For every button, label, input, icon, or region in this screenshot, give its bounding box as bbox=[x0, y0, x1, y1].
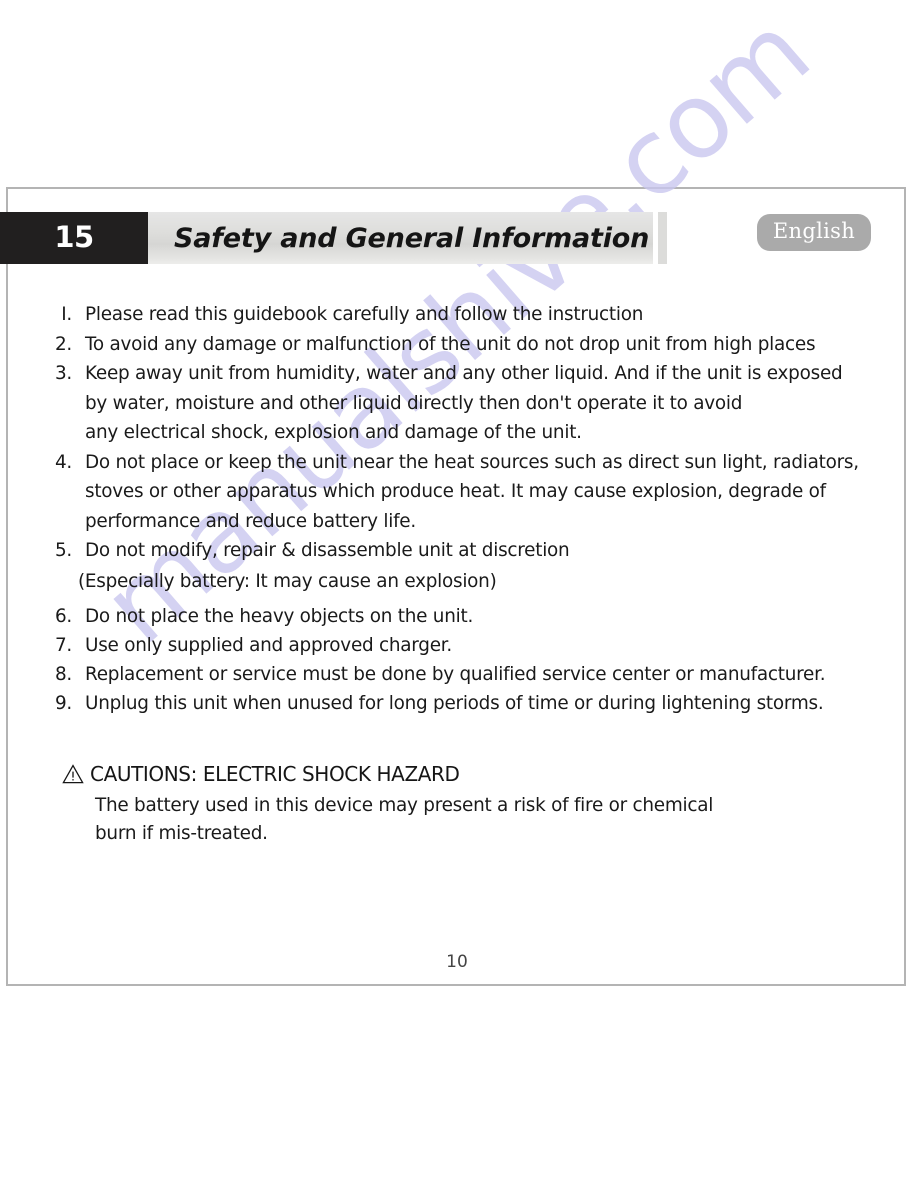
list-item-marker: 7. bbox=[54, 634, 72, 656]
list-item-line: performance and reduce battery life. bbox=[85, 510, 416, 532]
safety-list-group-a: I. Please read this guidebook carefully … bbox=[0, 300, 914, 566]
list-item-line: Use only supplied and approved charger. bbox=[85, 634, 453, 656]
language-badge-label: English bbox=[772, 219, 856, 243]
list-item: 5. Do not modify, repair & disassemble u… bbox=[0, 536, 914, 566]
list-item-line: stoves or other apparatus which produce … bbox=[85, 481, 826, 502]
list-item: I. Please read this guidebook carefully … bbox=[0, 300, 914, 330]
list-item-line: Do not modify, repair & disassemble unit… bbox=[85, 540, 570, 561]
list-item-line: Please read this guidebook carefully and… bbox=[85, 304, 644, 325]
chapter-title: Safety and General Information bbox=[174, 222, 650, 254]
list-item-marker: 9. bbox=[54, 693, 72, 715]
list-item-marker: 4. bbox=[54, 451, 72, 473]
chapter-title-block: Safety and General Information bbox=[148, 212, 653, 264]
list-item: 3. Keep away unit from humidity, water a… bbox=[0, 359, 914, 448]
list-item-subline: (Especially battery: It may cause an exp… bbox=[78, 570, 497, 592]
page-number-footer: 10 bbox=[446, 952, 468, 972]
safety-content: I. Please read this guidebook carefully … bbox=[0, 300, 914, 848]
list-item-line: any electrical shock, explosion and dama… bbox=[85, 422, 582, 443]
header-tab-strip bbox=[658, 212, 667, 264]
list-item: 7. Use only supplied and approved charge… bbox=[0, 631, 914, 660]
caution-heading-text: CAUTIONS: ELECTRIC SHOCK HAZARD bbox=[90, 762, 460, 787]
list-item-marker: 2. bbox=[54, 333, 72, 355]
list-item-line: Keep away unit from humidity, water and … bbox=[85, 363, 843, 384]
list-item-marker: 5. bbox=[54, 540, 72, 561]
chapter-number-block: 15 bbox=[0, 212, 148, 264]
chapter-number: 15 bbox=[54, 219, 94, 254]
list-item: 2. To avoid any damage or malfunction of… bbox=[0, 330, 914, 360]
warning-triangle-icon bbox=[62, 764, 84, 784]
list-item: 6. Do not place the heavy objects on the… bbox=[0, 602, 914, 631]
list-item-marker: 6. bbox=[54, 605, 72, 627]
list-item-marker: I. bbox=[61, 304, 72, 325]
caution-heading: CAUTIONS: ELECTRIC SHOCK HAZARD bbox=[62, 762, 914, 786]
list-item-line: by water, moisture and other liquid dire… bbox=[85, 392, 743, 414]
caution-block: CAUTIONS: ELECTRIC SHOCK HAZARD The batt… bbox=[0, 762, 914, 848]
list-item-marker: 3. bbox=[54, 363, 72, 384]
list-item-line: Do not place or keep the unit near the h… bbox=[85, 451, 859, 473]
list-item-line: To avoid any damage or malfunction of th… bbox=[85, 333, 816, 355]
list-item: 8. Replacement or service must be done b… bbox=[0, 660, 914, 689]
caution-body-line: The battery used in this device may pres… bbox=[95, 795, 714, 817]
list-item: 4. Do not place or keep the unit near th… bbox=[0, 448, 914, 537]
list-item-line: Unplug this unit when unused for long pe… bbox=[85, 693, 824, 715]
caution-body-line: burn if mis-treated. bbox=[95, 823, 268, 845]
language-badge: English bbox=[757, 214, 871, 251]
list-item-marker: 8. bbox=[54, 663, 72, 685]
safety-list-group-b: 6. Do not place the heavy objects on the… bbox=[0, 602, 914, 719]
list-item-line: Do not place the heavy objects on the un… bbox=[85, 605, 474, 627]
list-item: 9. Unplug this unit when unused for long… bbox=[0, 689, 914, 718]
list-item-line: Replacement or service must be done by q… bbox=[85, 663, 826, 685]
